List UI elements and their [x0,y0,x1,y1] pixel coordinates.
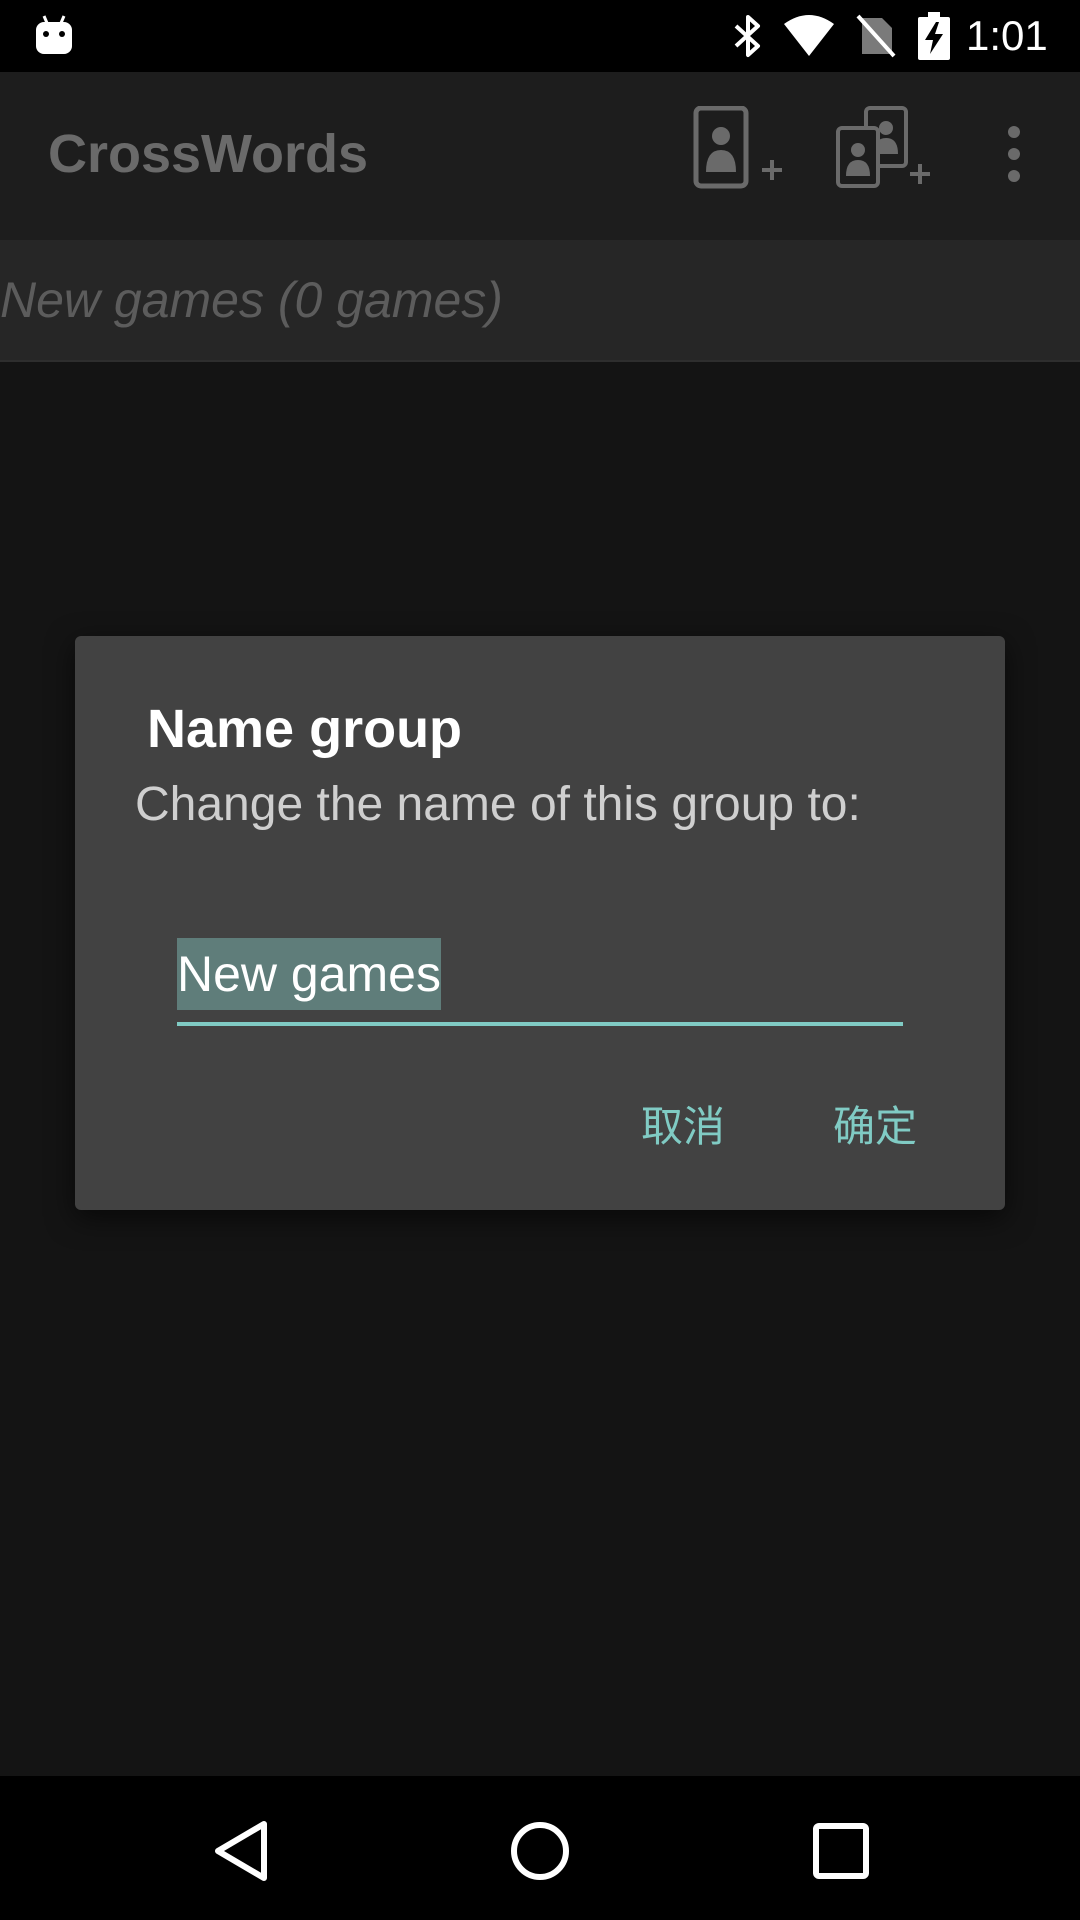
name-group-dialog: Name group Change the name of this group… [75,636,1005,1210]
status-clock: 1:01 [966,12,1048,59]
battery-charging-icon [918,12,950,60]
back-icon[interactable] [206,1816,276,1886]
bluetooth-icon [734,15,760,57]
home-icon[interactable] [505,1816,575,1886]
new-network-game-icon[interactable] [836,106,932,192]
navigation-bar [0,1776,1080,1920]
action-bar: CrossWords [0,72,1080,240]
app-title: CrossWords [48,124,369,184]
android-icon [36,15,72,54]
cancel-button[interactable]: 取消 [621,1092,745,1162]
recents-icon[interactable] [806,1816,876,1886]
no-sim-icon [856,14,896,58]
group-name-field: New games [177,936,903,1026]
group-name-input[interactable] [177,936,903,1022]
dialog-title: Name group [147,699,463,759]
overflow-menu-icon[interactable] [996,124,1032,184]
ok-button[interactable]: 确定 [813,1092,937,1162]
dialog-message: Change the name of this group to: [135,778,861,831]
status-bar: 1:01 [0,0,1080,72]
group-header-new-games[interactable]: New games (0 games) [0,240,1080,362]
screen: 1:01 CrossWords New games (0 games) Name… [0,0,1080,1920]
group-header-label: New games (0 games) [0,272,503,328]
new-game-icon[interactable] [692,106,784,192]
wifi-icon [784,15,834,56]
